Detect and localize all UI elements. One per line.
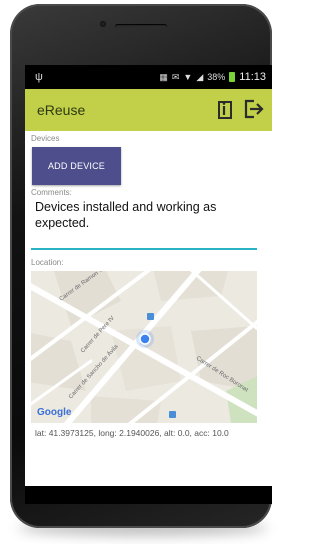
comments-field[interactable]: Devices installed and working as expecte…: [35, 199, 253, 231]
battery-icon: [229, 72, 236, 82]
battery-percent: 38%: [207, 72, 226, 82]
status-icons: ▦ ✉ ▼ ◢ 38% 11:13: [159, 71, 266, 83]
location-map[interactable]: Carrer de Ramon Turró Carrer de Roc Boro…: [31, 271, 257, 423]
wifi-icon: ▼: [183, 72, 193, 82]
earpiece-speaker: [115, 24, 167, 29]
map-poi-icon: [169, 411, 176, 418]
app-title: eReuse: [37, 102, 86, 118]
comments-label: Comments:: [31, 188, 72, 197]
devices-label: Devices: [31, 134, 60, 143]
status-bar: ψ ▦ ✉ ▼ ◢ 38% 11:13: [25, 65, 272, 89]
location-marker-icon: [139, 333, 151, 345]
map-poi-icon: [147, 313, 154, 320]
location-label: Location:: [31, 258, 64, 267]
notification-icon: ▦: [159, 71, 168, 82]
bottom-bezel-strip: [25, 486, 272, 504]
app-screen: ψ ▦ ✉ ▼ ◢ 38% 11:13 eReuse Devices ADD D…: [25, 65, 272, 486]
google-logo: Google: [37, 407, 72, 418]
add-device-button[interactable]: ADD DEVICE: [32, 147, 121, 185]
exit-icon[interactable]: [241, 97, 265, 121]
mail-icon: ✉: [171, 71, 180, 82]
app-toolbar: eReuse: [25, 89, 272, 131]
clock: 11:13: [239, 71, 266, 83]
location-coordinates: lat: 41.3973125, long: 2.1940026, alt: 0…: [35, 428, 229, 438]
comments-field-underline: [31, 248, 257, 250]
info-icon[interactable]: [213, 97, 237, 121]
map-canvas: Carrer de Ramon Turró Carrer de Roc Boro…: [31, 271, 257, 423]
signal-icon: ◢: [196, 71, 204, 82]
front-camera: [100, 21, 106, 27]
usb-icon: ψ: [35, 71, 43, 83]
